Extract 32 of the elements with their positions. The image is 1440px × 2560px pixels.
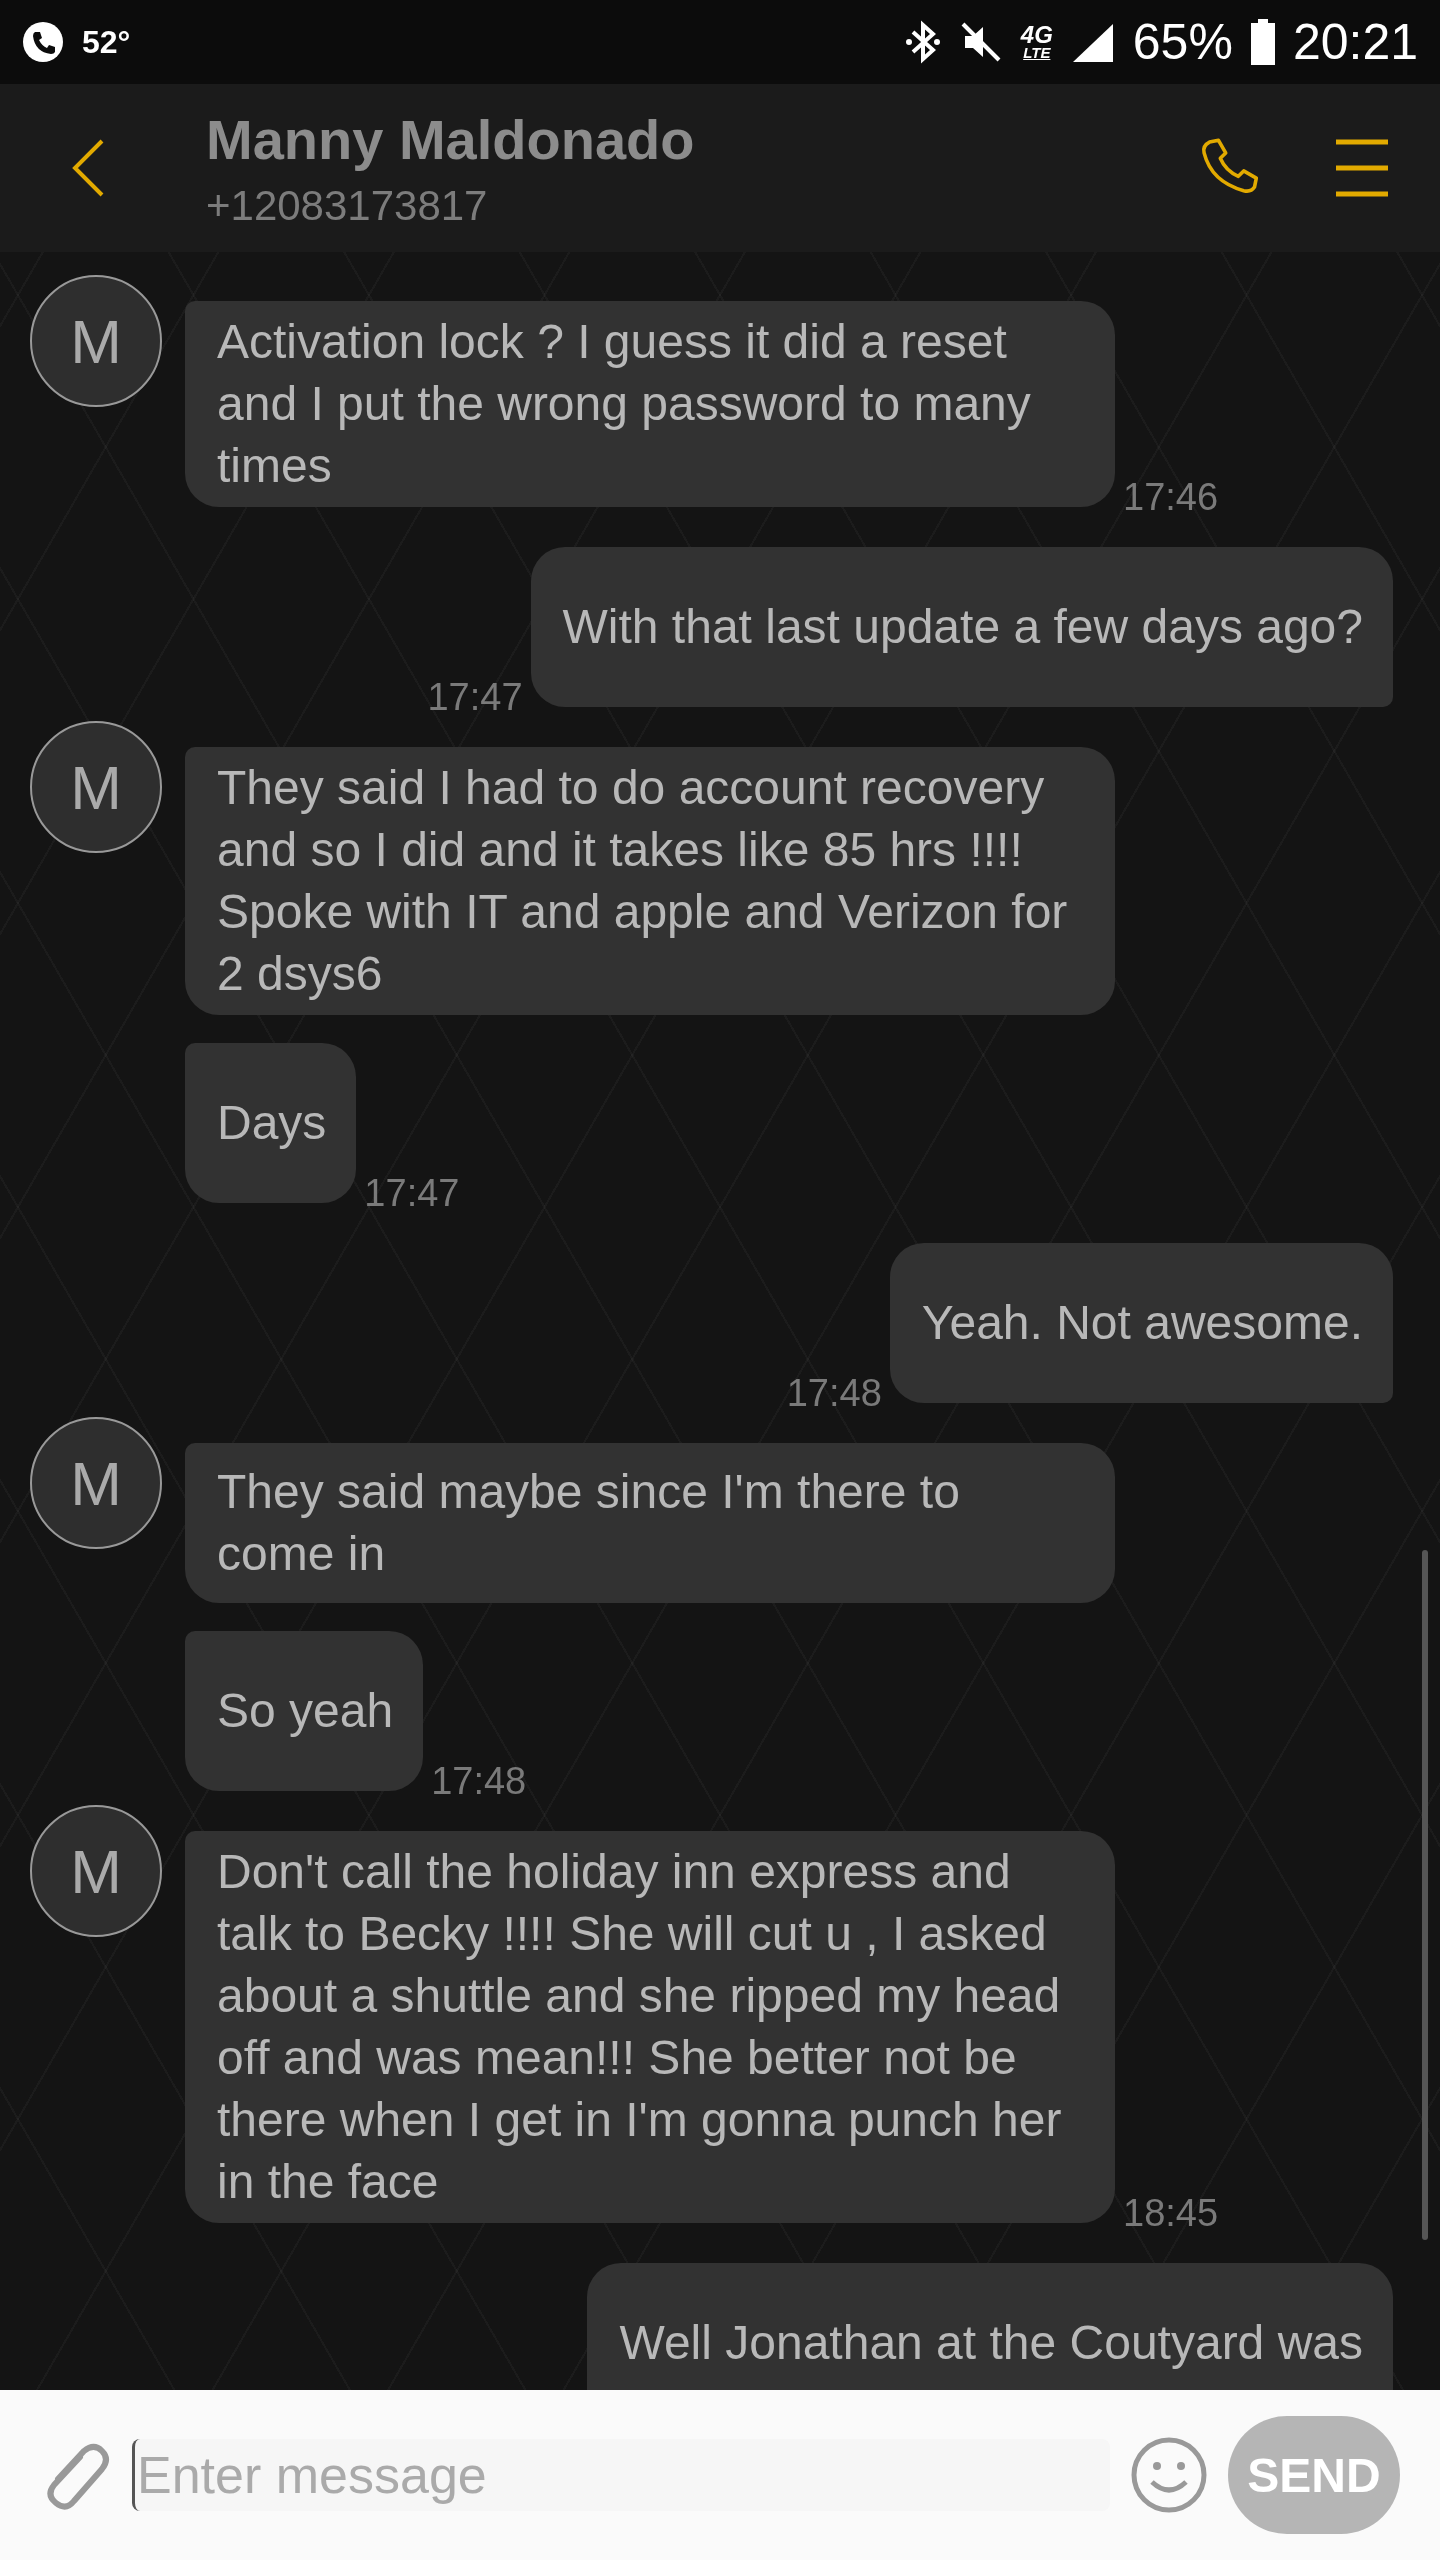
message-input[interactable]: Enter message	[132, 2439, 1110, 2511]
message-bubble: They said maybe since I'm there to come in	[185, 1443, 1115, 1603]
temperature: 52°	[82, 23, 131, 61]
message-time: 17:47	[427, 676, 523, 719]
contact-name: Manny Maldonado	[206, 106, 696, 172]
scrollbar[interactable]	[1422, 1550, 1428, 2240]
message-bubble: So yeah	[185, 1631, 424, 1791]
message-bubble: Days	[185, 1043, 357, 1203]
back-button[interactable]	[70, 138, 106, 198]
clock: 20:21	[1292, 13, 1418, 71]
contact-avatar[interactable]: M	[30, 275, 162, 407]
phone-call-icon	[22, 21, 64, 63]
contact-avatar[interactable]: M	[30, 721, 162, 853]
emoji-icon[interactable]	[1130, 2436, 1208, 2514]
message-time: 17:46	[1123, 476, 1219, 519]
phone-number: +12083173817	[206, 181, 489, 230]
message-time: 18:45	[1123, 2192, 1219, 2235]
network-type-icon: 4G LTE	[1020, 24, 1053, 60]
message-time: 17:48	[786, 1372, 882, 1415]
contact-avatar[interactable]: M	[30, 1417, 162, 1549]
message-bubble: Don't call the holiday inn express and talk to Becky !!!! She will cut u , I asked about a shuttle and she ripped my head off and was mean!!! She better not be there when I get in I'm gonna punch her in the face	[185, 1831, 1115, 2223]
message-time: 17:48	[431, 1760, 527, 1803]
message-bubble: With that last update a few days ago?	[530, 547, 1393, 707]
message-bubble: Activation lock ? I guess it did a reset and I put the wrong password to many times	[185, 301, 1115, 507]
message-bubble: Yeah. Not awesome.	[889, 1243, 1393, 1403]
contact-avatar[interactable]: M	[30, 1805, 162, 1937]
battery-percent: 65%	[1132, 13, 1233, 71]
bluetooth-icon	[904, 19, 941, 65]
message-bubble: Well Jonathan at the Coutyard was	[587, 2263, 1393, 2390]
message-bubble: They said I had to do account recovery and so I did and it takes like 85 hrs !!!! Spoke with IT and apple and Verizon for 2 dsys6	[185, 747, 1115, 1015]
message-time: 17:47	[364, 1172, 460, 1215]
battery-icon	[1250, 19, 1275, 65]
